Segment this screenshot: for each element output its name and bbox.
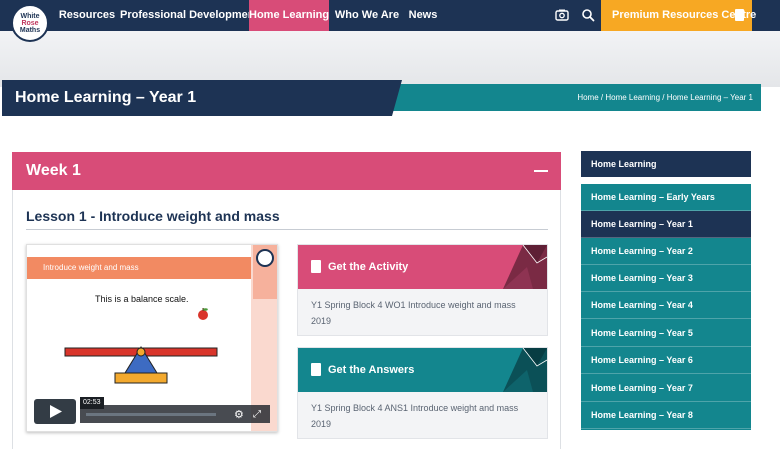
collapse-icon[interactable] [534,170,548,172]
video-play-button[interactable] [34,399,76,424]
nav-item-news[interactable]: News [404,0,442,31]
logo-text-line1: White [20,12,40,20]
header-band [0,31,780,87]
sidebar-menu: Home Learning – Early Years Home Learnin… [581,184,751,430]
logo-text-line2: Rose [21,19,39,27]
video-progress-bar[interactable] [86,413,216,416]
page: Resources Professional Development Home … [0,0,780,449]
breadcrumb-bar: Home / Home Learning / Home Learning – Y… [380,84,761,111]
week-header[interactable]: Week 1 [12,152,561,190]
sidebar-item-year-3[interactable]: Home Learning – Year 3 [581,265,751,292]
sidebar-item-year-6[interactable]: Home Learning – Year 6 [581,347,751,374]
activity-card[interactable]: Get the Activity Y1 Spring Block 4 WO1 I… [297,244,548,336]
get-activity-button[interactable]: Get the Activity [298,245,547,289]
sidebar-item-year-4[interactable]: Home Learning – Year 4 [581,292,751,319]
sidebar-item-year-7[interactable]: Home Learning – Year 7 [581,375,751,402]
answers-card[interactable]: Get the Answers Y1 Spring Block 4 ANS1 I… [297,347,548,439]
settings-gear-icon[interactable]: ⚙ [234,408,244,421]
slide-title-ribbon: Introduce weight and mass [27,257,251,279]
nav-item-resources[interactable]: Resources [54,0,120,31]
premium-resources-button[interactable]: Premium Resources Centre [601,0,756,31]
sidebar-item-early-years[interactable]: Home Learning – Early Years [581,184,751,211]
video-control-bar: ⚙ ⤢ [80,405,270,423]
get-answers-label: Get the Answers [328,364,415,376]
document-icon [735,9,744,21]
sidebar-item-year-5[interactable]: Home Learning – Year 5 [581,320,751,347]
answers-description[interactable]: Y1 Spring Block 4 ANS1 Introduce weight … [311,400,537,432]
lesson-video-player[interactable]: Introduce weight and mass This is a bala… [26,244,278,432]
activity-description[interactable]: Y1 Spring Block 4 WO1 Introduce weight a… [311,297,537,329]
white-rose-maths-logo[interactable]: White Rose Maths [11,4,49,42]
slide-title: Introduce weight and mass [43,263,139,272]
logo-text-line3: Maths [19,26,41,34]
lesson-title: Lesson 1 - Introduce weight and mass [26,208,280,224]
get-answers-button[interactable]: Get the Answers [298,348,547,392]
geometric-pattern-icon [503,348,547,392]
sidebar-item-year-1[interactable]: Home Learning – Year 1 [581,211,751,238]
get-activity-label: Get the Activity [328,261,409,273]
slide-logo-seal [256,249,274,267]
camera-icon[interactable] [555,8,569,22]
sidebar-item-year-8[interactable]: Home Learning – Year 8 [581,402,751,429]
document-icon [311,260,321,273]
sidebar-heading[interactable]: Home Learning [581,151,751,177]
nav-item-who-we-are[interactable]: Who We Are [332,0,402,31]
document-check-icon [311,363,321,376]
week-title: Week 1 [26,162,81,179]
play-icon [50,405,62,418]
page-title: Home Learning – Year 1 [15,89,197,106]
breadcrumb[interactable]: Home / Home Learning / Home Learning – Y… [577,84,753,111]
top-navigation: Resources Professional Development Home … [0,0,780,31]
search-icon[interactable] [581,8,595,22]
apple-icon [198,308,208,320]
nav-item-home-learning[interactable]: Home Learning [249,0,329,31]
video-duration: 02:53 [80,397,104,409]
fullscreen-icon[interactable]: ⤢ [253,409,261,420]
balance-scale-illustration [64,346,218,384]
nav-item-professional-development[interactable]: Professional Development [120,0,258,31]
sidebar-item-year-2[interactable]: Home Learning – Year 2 [581,238,751,265]
slide-text: This is a balance scale. [95,294,189,304]
geometric-pattern-icon [503,245,547,289]
lesson-divider [26,229,548,230]
page-title-banner: Home Learning – Year 1 [2,80,402,116]
